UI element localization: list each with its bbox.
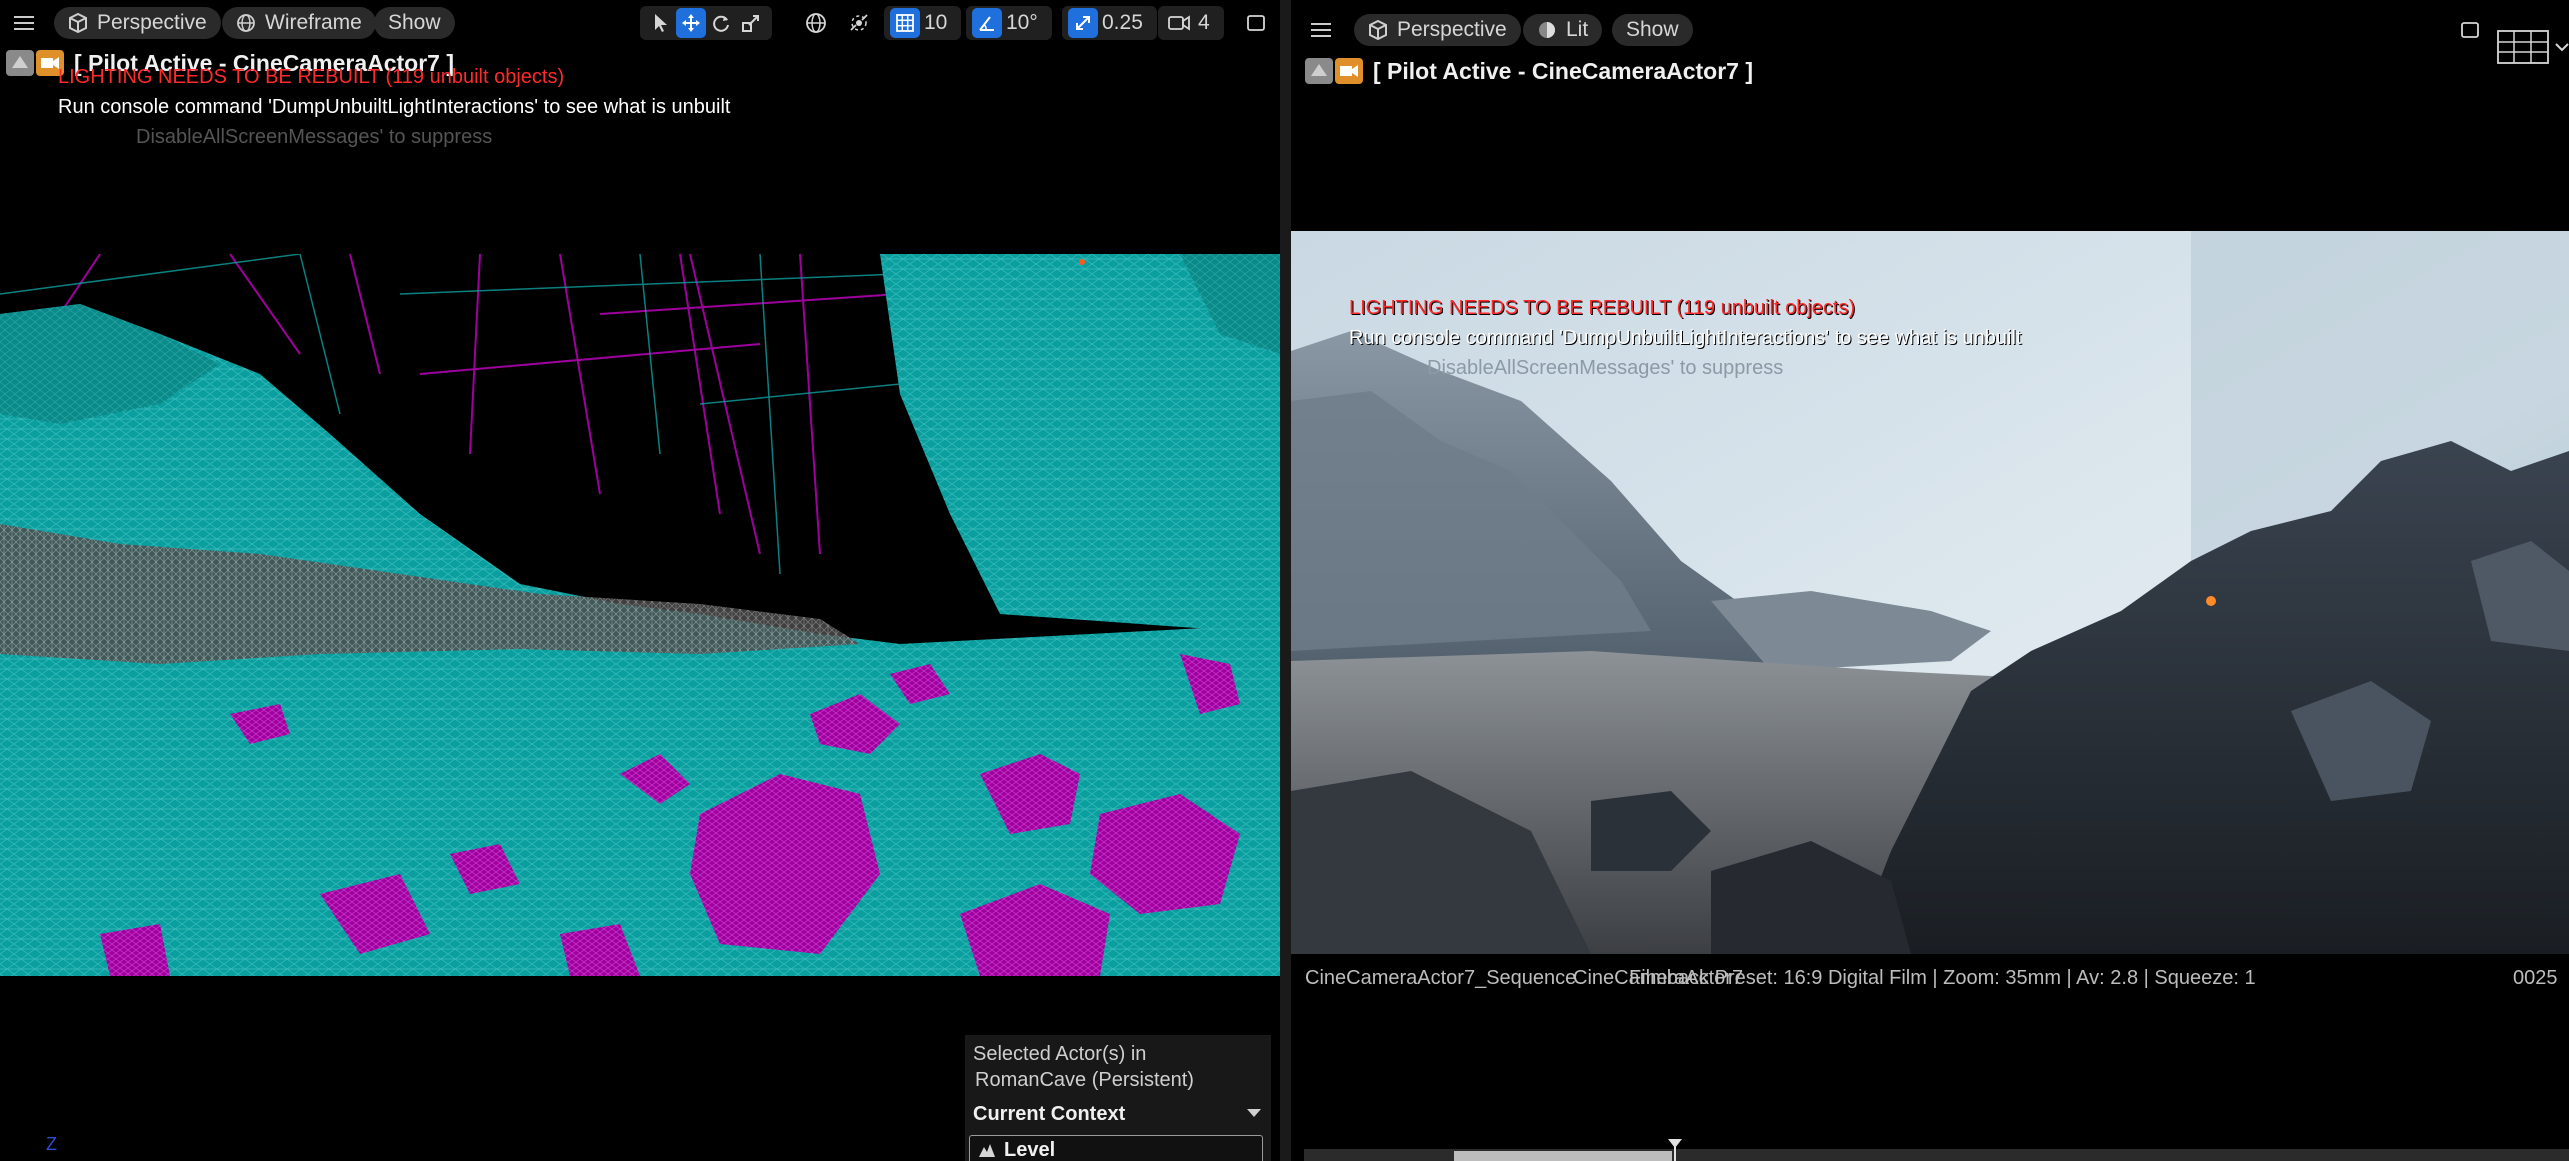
scale-snap-group: 0.25 — [1062, 6, 1157, 40]
current-context-label: Current Context — [973, 1103, 1126, 1125]
camera-speed-group: 4 — [1158, 6, 1224, 40]
selected-actors-label: Selected Actor(s) in — [973, 1043, 1147, 1065]
pilot-title-right: [ Pilot Active - CineCameraActor7 ] — [1305, 56, 1753, 86]
level-icon — [979, 1144, 995, 1157]
grid-snap-value[interactable]: 10 — [924, 11, 947, 35]
maximize-viewport-button[interactable] — [1240, 7, 1272, 39]
cube-icon — [68, 13, 88, 33]
playback-range[interactable] — [1454, 1151, 1672, 1161]
viewport-layout-icon — [2497, 30, 2549, 64]
rotate-icon — [713, 15, 729, 32]
layout-selector[interactable] — [2497, 30, 2569, 64]
show-label: Show — [388, 11, 441, 34]
cube-icon — [1368, 20, 1388, 40]
rotation-snap-group: 10° — [966, 6, 1052, 40]
suppress-hint-right: DisableAllScreenMessages' to suppress — [1427, 357, 1784, 379]
axis-indicator-z: Z — [46, 1134, 57, 1154]
globe-icon — [806, 13, 826, 33]
context-dropdown-arrow-icon[interactable] — [1247, 1109, 1261, 1117]
translate-tool-button[interactable] — [676, 8, 706, 38]
show-button[interactable]: Show — [374, 7, 455, 39]
frame-number: 0025 — [2513, 967, 2558, 989]
left-viewport-toolbar — [8, 7, 40, 39]
scale-icon — [742, 15, 759, 32]
console-hint-right: Run console command 'DumpUnbuiltLightInt… — [1349, 327, 2022, 349]
show-button-right[interactable]: Show — [1612, 14, 1693, 46]
viewport-menu-button[interactable] — [8, 7, 40, 39]
view-type-label-right: Perspective — [1397, 18, 1507, 41]
view-type-label: Perspective — [97, 11, 207, 34]
maximize-viewport-button-right[interactable] — [2454, 14, 2486, 46]
level-name-label: RomanCave (Persistent) — [975, 1069, 1194, 1091]
view-mode-label: Wireframe — [265, 11, 362, 34]
cursor-arrow-icon — [655, 14, 667, 32]
hamburger-icon — [1311, 23, 1331, 37]
lit-sphere-icon — [1537, 20, 1557, 40]
surface-snap-button[interactable] — [843, 7, 875, 39]
chevron-down-icon — [2555, 43, 2569, 52]
scale-tool-button[interactable] — [736, 8, 766, 38]
grid-snap-toggle[interactable] — [890, 8, 920, 38]
rotation-snap-value[interactable]: 10° — [1006, 11, 1038, 35]
transform-tools — [640, 6, 772, 40]
suppress-hint: DisableAllScreenMessages' to suppress — [136, 126, 493, 148]
viewport-splitter[interactable] — [1280, 0, 1291, 1161]
world-local-toggle[interactable] — [800, 7, 832, 39]
grid-snap-group: 10 — [884, 6, 962, 40]
select-tool-button[interactable] — [646, 8, 676, 38]
sequence-name: CineCameraActor7_Sequence — [1305, 967, 1577, 989]
wireframe-scene[interactable] — [0, 254, 1280, 976]
view-type-button-right[interactable]: Perspective — [1354, 14, 1521, 46]
scale-snap-value[interactable]: 0.25 — [1102, 11, 1143, 35]
pilot-title-label-right: [ Pilot Active - CineCameraActor7 ] — [1373, 57, 1754, 84]
maximize-icon — [2461, 22, 2479, 38]
camera-speed-button[interactable] — [1164, 8, 1194, 38]
console-hint: Run console command 'DumpUnbuiltLightInt… — [58, 96, 731, 118]
view-mode-button-right[interactable]: Lit — [1523, 14, 1603, 46]
playhead-handle[interactable] — [1668, 1139, 1682, 1148]
lighting-warning: LIGHTING NEEDS TO BE REBUILT (119 unbuil… — [58, 66, 565, 88]
level-dropdown[interactable]: Level — [969, 1135, 1263, 1161]
pilot-camera-icon — [6, 48, 66, 78]
scale-snap-icon — [1076, 16, 1090, 30]
left-viewport[interactable]: Perspective Wireframe Show 10 10° 0.25 4… — [0, 0, 1280, 1161]
view-type-button[interactable]: Perspective — [54, 7, 221, 39]
view-mode-label-right: Lit — [1566, 18, 1589, 41]
wireframe-sphere-icon — [236, 13, 256, 33]
filmback-info: Filmback Preset: 16:9 Digital Film | Zoo… — [1629, 967, 2256, 989]
viewport-menu-button-right[interactable] — [1305, 14, 1337, 46]
maximize-icon — [1247, 15, 1265, 31]
pilot-camera-icon — [1305, 56, 1365, 86]
level-dropdown-label: Level — [1004, 1139, 1056, 1161]
show-label-right: Show — [1626, 18, 1679, 41]
selection-context-panel: Selected Actor(s) in RomanCave (Persiste… — [965, 1035, 1271, 1161]
rotate-tool-button[interactable] — [706, 8, 736, 38]
right-viewport[interactable]: Perspective Lit Show [ Pilot Active - Ci… — [1291, 0, 2569, 1161]
camera-icon — [1168, 15, 1190, 31]
grid-icon — [896, 14, 914, 32]
playhead-line — [1674, 1147, 1676, 1161]
move-arrows-icon — [682, 14, 700, 32]
angle-icon — [979, 16, 994, 31]
camera-speed-value[interactable]: 4 — [1198, 11, 1210, 35]
lighting-warning-right: LIGHTING NEEDS TO BE REBUILT (119 unbuil… — [1349, 297, 1856, 319]
sequencer-timeline[interactable] — [1304, 1139, 2569, 1161]
scale-snap-toggle[interactable] — [1068, 8, 1098, 38]
rotation-snap-toggle[interactable] — [972, 8, 1002, 38]
view-mode-button[interactable]: Wireframe — [222, 7, 376, 39]
surface-snap-icon — [850, 14, 868, 31]
hamburger-icon — [14, 16, 34, 30]
